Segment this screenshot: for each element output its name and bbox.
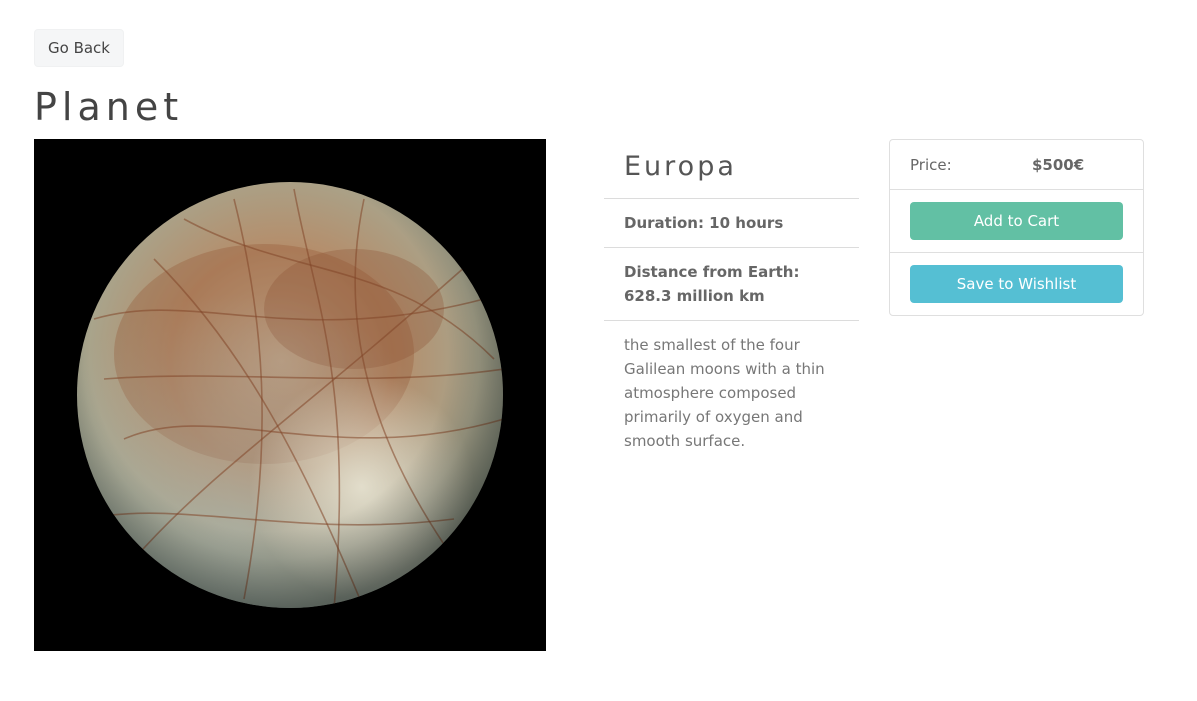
add-to-cart-button[interactable]: Add to Cart <box>910 202 1123 240</box>
add-to-cart-row: Add to Cart <box>890 190 1143 252</box>
purchase-card: Price: $500€ Add to Cart Save to Wishlis… <box>889 139 1144 316</box>
save-to-wishlist-button[interactable]: Save to Wishlist <box>910 265 1123 303</box>
price-row: Price: $500€ <box>890 140 1143 190</box>
price-value: $500€ <box>1032 155 1085 174</box>
save-to-wishlist-row: Save to Wishlist <box>890 252 1143 315</box>
duration: Duration: 10 hours <box>604 199 859 248</box>
planet-name: Europa <box>604 139 859 199</box>
planet-details: Europa Duration: 10 hours Distance from … <box>604 139 859 465</box>
planet-image <box>34 139 546 651</box>
price-label: Price: <box>910 155 952 174</box>
go-back-button[interactable]: Go Back <box>34 29 124 67</box>
planet-description: the smallest of the four Galilean moons … <box>624 336 825 450</box>
page-title: Planet <box>34 85 184 129</box>
europa-image <box>34 139 546 651</box>
distance-from-earth: Distance from Earth: 628.3 million km <box>604 248 859 321</box>
